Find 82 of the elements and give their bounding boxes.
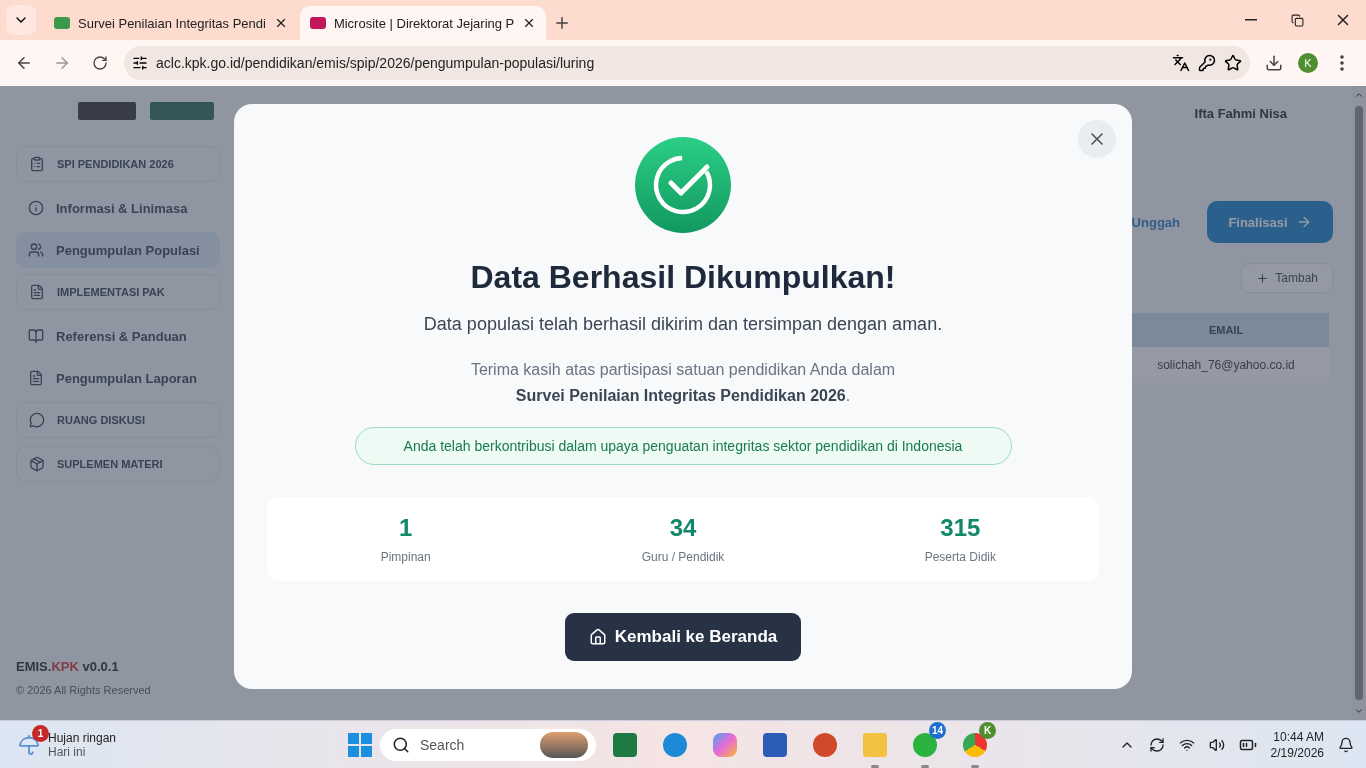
app-icon	[713, 732, 737, 757]
back-home-button[interactable]: Kembali ke Beranda	[564, 613, 802, 661]
favicon-icon	[54, 17, 70, 29]
forward-arrow-icon	[53, 54, 71, 72]
stat-value: 315	[940, 514, 981, 542]
profile-avatar[interactable]: K	[1298, 53, 1318, 73]
taskbar-search[interactable]: Search	[380, 728, 596, 761]
notification-badge: 1	[32, 724, 49, 742]
success-check-icon	[635, 137, 731, 233]
finalize-button[interactable]: Finalisasi	[1207, 201, 1333, 243]
upload-button[interactable]: Unggah	[1131, 214, 1180, 230]
translate-icon[interactable]	[1172, 54, 1190, 72]
stat-value: 34	[669, 514, 697, 542]
app-icon	[913, 732, 937, 757]
minimize-icon	[1245, 19, 1257, 21]
weather-title[interactable]: Hujan ringan	[48, 730, 117, 745]
sync-icon[interactable]	[1148, 736, 1165, 753]
search-icon	[392, 735, 410, 754]
app-version: EMIS.KPK v0.0.1	[16, 659, 120, 674]
scrollbar-thumb[interactable]	[1355, 106, 1363, 700]
address-bar[interactable]: aclc.kpk.go.id/pendidikan/emis/spip/2026/pengumpulan-populasi/luring	[124, 46, 1250, 80]
sidebar-item[interactable]: Informasi & Linimasa	[16, 190, 220, 226]
app-icon	[963, 732, 987, 757]
add-button[interactable]: Tambah	[1241, 263, 1333, 293]
bookmark-star-icon[interactable]	[1224, 54, 1242, 72]
dialog-title: Data Berhasil Dikumpulkan!	[470, 259, 896, 296]
stat-label: Pimpinan	[380, 550, 431, 564]
favicon-icon	[309, 17, 326, 29]
sidebar-item[interactable]: Pengumpulan Laporan	[16, 360, 220, 396]
notification-bell-icon[interactable]	[1338, 736, 1354, 753]
reload-icon	[92, 55, 108, 71]
taskbar-app[interactable]: K	[954, 721, 996, 768]
dialog-message: Data populasi telah berhasil dikirim dan tersimpan dengan aman.	[423, 314, 943, 335]
copyright-text: © 2026 All Rights Reserved	[16, 684, 152, 696]
plus-icon	[1256, 271, 1270, 285]
sidebar-section[interactable]: SPI PENDIDIKAN 2026	[16, 146, 220, 182]
menu-item-icon	[29, 412, 45, 428]
sidebar-section[interactable]: RUANG DISKUSI	[16, 402, 220, 438]
app-icon	[613, 732, 637, 757]
restore-icon	[1290, 13, 1304, 27]
search-highlight-picture	[540, 731, 588, 758]
menu-item-icon	[28, 370, 44, 386]
stat-label: Guru / Pendidik	[641, 550, 725, 564]
app-icon	[663, 732, 687, 757]
app-badge: 14	[928, 721, 946, 739]
user-name: Ifta Fahmi Nisa	[1194, 106, 1287, 121]
close-button[interactable]	[1078, 120, 1116, 158]
sidebar-section[interactable]: IMPLEMENTASI PAK	[16, 274, 220, 310]
home-icon	[588, 628, 607, 646]
menu-item-icon	[28, 328, 44, 344]
browser-tab[interactable]: Survei Penilaian Integritas Pendi	[44, 6, 298, 40]
start-icon[interactable]	[348, 732, 372, 757]
app-badge: K	[979, 721, 996, 739]
app-icon	[813, 732, 837, 757]
contribution-note: Anda telah berkontribusi dalam upaya penguatan integritas sektor pendidikan di Indonesia	[354, 427, 1012, 465]
taskbar-app[interactable]: 14	[904, 721, 946, 768]
clock[interactable]: 10:44 AM 2/19/2026	[1270, 729, 1324, 760]
menu-item-icon	[29, 156, 45, 172]
sidebar-item[interactable]: Pengumpulan Populasi	[16, 232, 220, 268]
scroll-down-icon[interactable]	[1354, 706, 1364, 716]
sidebar-item[interactable]: Referensi & Panduan	[16, 318, 220, 354]
key-icon[interactable]	[1198, 54, 1216, 72]
stat-label: Peserta Didik	[924, 550, 996, 564]
site-info-icon[interactable]	[132, 55, 148, 71]
sidebar-section[interactable]: SUPLEMEN MATERI	[16, 446, 220, 482]
stat-value: 1	[399, 514, 413, 542]
thanks-message: Terima kasih atas partisipasi satuan pendidikan Anda dalam Survei Penilaian Integritas Pendidikan 2026.	[469, 360, 897, 406]
menu-dots-icon	[1340, 55, 1344, 71]
umbrella-icon[interactable]	[18, 733, 40, 756]
tab-search-button[interactable]	[6, 5, 36, 35]
menu-item-icon	[28, 200, 44, 216]
download-icon	[1265, 54, 1283, 72]
scroll-up-icon[interactable]	[1354, 90, 1364, 100]
url-text: aclc.kpk.go.id/pendidikan/emis/spip/2026/pengumpulan-populasi/luring	[156, 55, 596, 71]
menu-item-icon	[29, 456, 45, 472]
volume-icon[interactable]	[1208, 736, 1225, 753]
weather-subtitle: Hari ini	[48, 744, 86, 759]
app-icon	[763, 732, 787, 757]
browser-tab[interactable]: Microsite | Direktorat Jejaring P	[299, 6, 547, 40]
app-icon	[863, 732, 887, 757]
menu-item-icon	[29, 284, 45, 300]
menu-item-icon	[28, 242, 44, 258]
